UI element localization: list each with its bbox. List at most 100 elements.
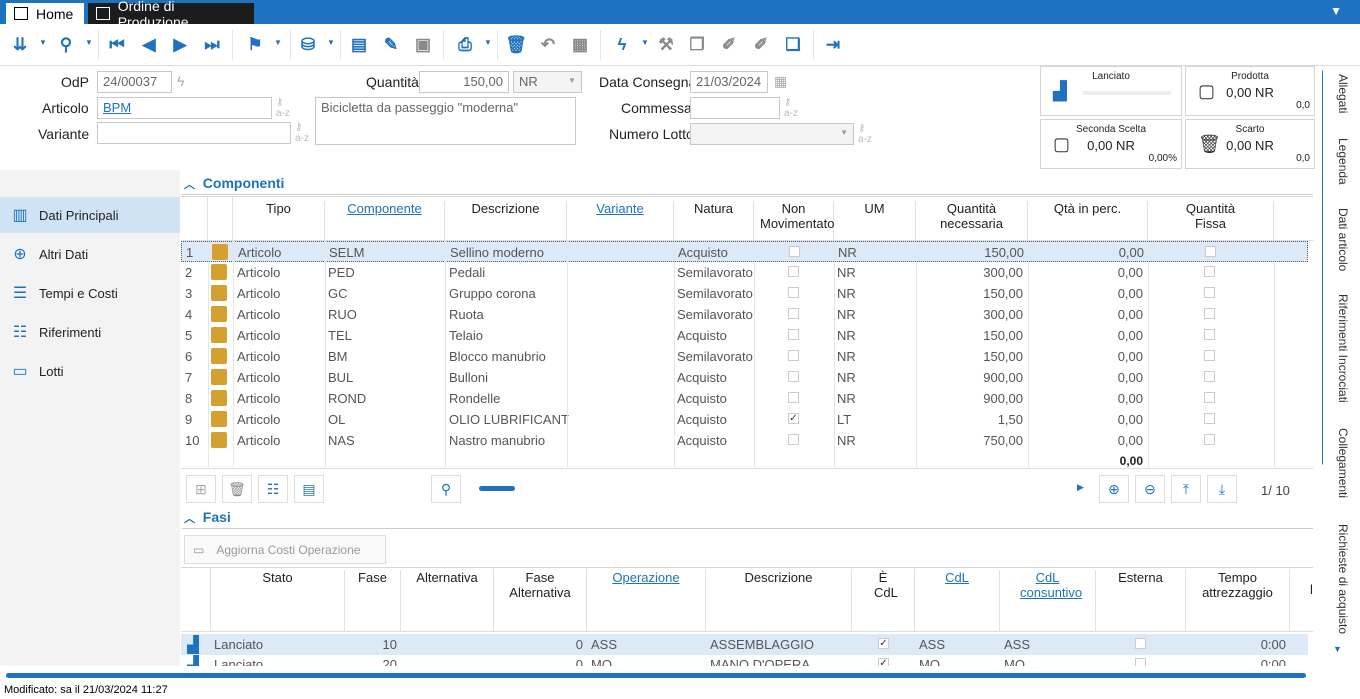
zoom-in-icon[interactable]: ⊕ — [1099, 475, 1129, 503]
scroll-right-icon[interactable]: ▶ — [1077, 482, 1084, 493]
nav-tempi-costi[interactable]: ☰ Tempi e Costi — [0, 275, 180, 311]
col-e-cdl[interactable]: È CdL — [852, 570, 915, 632]
key-az-icon[interactable]: ⚷ a-z — [858, 123, 872, 145]
col-fase[interactable]: Fase — [345, 570, 401, 632]
commessa-field[interactable] — [690, 97, 780, 119]
col-extra[interactable]: l: — [1290, 582, 1313, 632]
nav-riferimenti[interactable]: ☷ Riferimenti — [0, 314, 180, 350]
lightning-icon[interactable]: ϟ — [610, 33, 634, 57]
move-top-icon[interactable]: ⤒ — [1171, 475, 1201, 503]
col-operazione[interactable]: Operazione — [587, 570, 706, 632]
col-quantita-fissa[interactable]: Quantità Fissa — [1148, 201, 1274, 241]
col-descrizione[interactable]: Descrizione — [445, 201, 567, 241]
table-row[interactable]: 4 Articolo RUO Ruota Semilavorato NR 300,00 0,0… — [181, 304, 1308, 325]
checkbox-e-cdl[interactable]: ✓ — [878, 638, 889, 649]
grid-view-icon[interactable]: ▤ — [294, 475, 324, 503]
table-row[interactable]: 3 Articolo GC Gruppo corona Semilavorato NR 15… — [181, 283, 1308, 304]
numero-lotto-select[interactable]: ▼ — [690, 123, 854, 145]
first-record-icon[interactable]: ⏮ — [105, 33, 129, 57]
table-row[interactable]: ▟ Lanciato 10 0 ASS ASSEMBLAGGIO ✓ ASS ASS 0:00 — [181, 634, 1308, 655]
copy-icon[interactable]: ❐ — [685, 33, 709, 57]
checkbox-e-cdl[interactable]: ✓ — [878, 658, 889, 666]
col-qta-perc[interactable]: Qtà in perc. — [1028, 201, 1148, 241]
checkbox-quantita-fissa[interactable] — [1204, 371, 1215, 382]
checkbox-esterna[interactable] — [1135, 638, 1146, 649]
calendar-icon[interactable]: ▦ — [774, 73, 787, 90]
chevron-down-icon[interactable]: ▼ — [484, 38, 492, 47]
col-fase-alternativa[interactable]: Fase Alternativa — [494, 570, 587, 632]
exit-icon[interactable]: ⇥ — [821, 33, 845, 57]
checkbox-quantita-fissa[interactable] — [1204, 350, 1215, 361]
table-row[interactable]: 1 Articolo SELM Sellino moderno Acquisto NR 15… — [181, 241, 1308, 262]
rtab-allegati[interactable]: Allegati — [1336, 74, 1350, 113]
list-detail-icon[interactable]: ☷ — [258, 475, 288, 503]
um-select[interactable]: NR ▼ — [513, 71, 582, 93]
col-quantita-necessaria[interactable]: Quantità necessaria — [916, 201, 1028, 241]
checkbox-quantita-fissa[interactable] — [1204, 434, 1215, 445]
col-componente[interactable]: Componente — [325, 201, 445, 241]
checkbox-non-movimentato[interactable]: ✓ — [788, 413, 799, 424]
zoom-out-icon[interactable]: ⊖ — [1135, 475, 1165, 503]
nav-altri-dati[interactable]: ⊕ Altri Dati — [0, 236, 180, 272]
save-icon[interactable]: ▣ — [411, 33, 435, 57]
search-icon[interactable]: ⚲ — [431, 475, 461, 503]
duplicate-icon[interactable]: ❏ — [781, 33, 805, 57]
chevron-down-icon[interactable]: ▼ — [39, 38, 47, 47]
lightning-icon[interactable]: ϟ — [177, 73, 184, 89]
checkbox-non-movimentato[interactable] — [788, 371, 799, 382]
checkbox-quantita-fissa[interactable] — [1204, 329, 1215, 340]
rtab-legenda[interactable]: Legenda — [1336, 138, 1350, 185]
articolo-field[interactable]: BPM — [97, 97, 272, 119]
chevron-down-icon[interactable]: ▼ — [641, 38, 649, 47]
col-tipo[interactable]: Tipo — [233, 201, 325, 241]
checkbox-non-movimentato[interactable] — [788, 392, 799, 403]
rtab-richieste-acquisto[interactable]: Richieste di acquisto — [1336, 524, 1350, 634]
col-tempo-attrezzaggio[interactable]: Tempo attrezzaggio — [1186, 570, 1290, 632]
tab-home[interactable]: Home — [6, 3, 84, 24]
rtab-collegamenti[interactable]: Collegamenti — [1336, 428, 1350, 498]
checkbox-quantita-fissa[interactable] — [1204, 392, 1215, 403]
tab-ordine-produzione[interactable]: Ordine di Produzione — [88, 0, 254, 30]
table-row[interactable]: 8 Articolo ROND Rondelle Acquisto NR 900,00 0,0… — [181, 388, 1308, 409]
checkbox-non-movimentato[interactable] — [788, 287, 799, 298]
table-row[interactable]: 10 Articolo NAS Nastro manubrio Acquisto NR 75… — [181, 430, 1308, 451]
nav-dati-principali[interactable]: ▥ Dati Principali — [0, 197, 180, 233]
col-variante[interactable]: Variante — [567, 201, 674, 241]
pin-icon[interactable]: ⚑ — [243, 33, 267, 57]
checkbox-quantita-fissa[interactable] — [1204, 266, 1215, 277]
col-stato[interactable]: Stato — [211, 570, 345, 632]
checkbox-quantita-fissa[interactable] — [1204, 413, 1215, 424]
delete-icon[interactable]: 🗑 — [504, 33, 528, 57]
nav-lotti[interactable]: ▭ Lotti — [0, 353, 180, 389]
col-cdl-consuntivo[interactable]: CdL consuntivo — [1000, 570, 1096, 632]
horizontal-scroll-thumb[interactable] — [479, 486, 515, 491]
rtab-dati-articolo[interactable]: Dati articolo — [1336, 208, 1350, 271]
checkbox-non-movimentato[interactable] — [788, 350, 799, 361]
expand-icon[interactable]: ⇊ — [8, 33, 32, 57]
table-row[interactable]: 2 Articolo PED Pedali Semilavorato NR 300,00 0,… — [181, 262, 1308, 283]
checkbox-non-movimentato[interactable] — [788, 308, 799, 319]
col-um[interactable]: UM — [834, 201, 916, 241]
edit-list-icon[interactable]: ✐ — [717, 33, 741, 57]
checkbox-non-movimentato[interactable] — [789, 246, 800, 257]
checkbox-quantita-fissa[interactable] — [1205, 246, 1216, 257]
checkbox-quantita-fissa[interactable] — [1204, 287, 1215, 298]
col-esterna[interactable]: Esterna — [1096, 570, 1186, 632]
rtab-riferimenti-incrociati[interactable]: Riferimenti Incrociati — [1336, 294, 1350, 403]
aggiorna-costi-button[interactable]: ▭ Aggiorna Costi Operazione — [184, 535, 386, 564]
add-row-icon[interactable]: ⊞ — [186, 475, 216, 503]
edit-list-2-icon[interactable]: ✐ — [749, 33, 773, 57]
quantita-field[interactable]: 150,00 — [419, 71, 509, 93]
calculator-icon[interactable]: ▦ — [568, 33, 592, 57]
data-consegna-field[interactable]: 21/03/2024 — [690, 71, 768, 93]
table-row[interactable]: ▟ Lanciato 20 0 MO MANO D'OPERA ✓ MO MO 0:00 — [181, 654, 1308, 666]
new-document-icon[interactable]: ▤ — [347, 33, 371, 57]
section-fasi[interactable]: ︿ Fasi — [184, 509, 231, 526]
col-cdl[interactable]: CdL — [915, 570, 1000, 632]
chevron-down-icon[interactable]: ▼ — [1330, 4, 1342, 18]
next-record-icon[interactable]: ▶ — [168, 33, 192, 57]
table-row[interactable]: 9 Articolo OL OLIO LUBRIFICANTE Acquisto ✓ LT 1… — [181, 409, 1308, 430]
delete-row-icon[interactable]: 🗑 — [222, 475, 252, 503]
key-az-icon[interactable]: ⚷ a-z — [276, 97, 290, 119]
col-non-movimentato[interactable]: Non Movimentato — [754, 201, 834, 241]
